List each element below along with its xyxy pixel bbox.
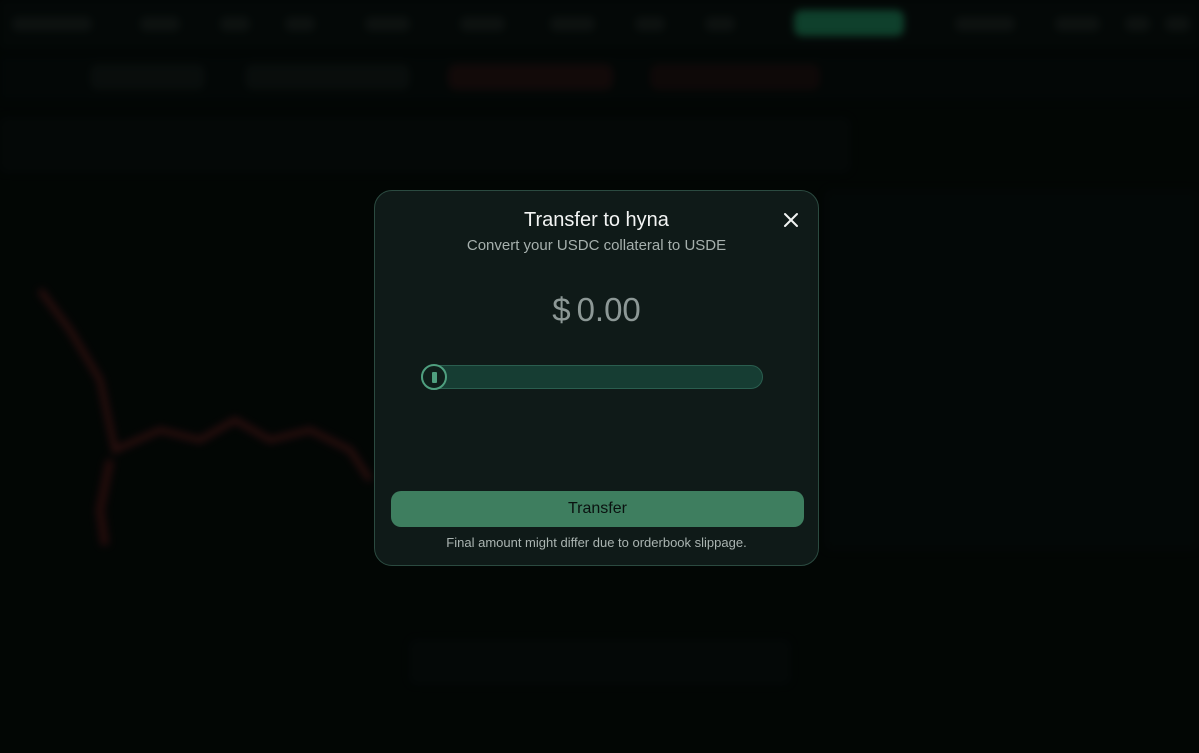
- close-button[interactable]: [780, 209, 802, 231]
- slider-handle[interactable]: [421, 364, 447, 390]
- amount-value[interactable]: 0.00: [577, 291, 641, 328]
- slippage-note: Final amount might differ due to orderbo…: [446, 535, 747, 550]
- close-icon[interactable]: [780, 209, 802, 231]
- amount-input[interactable]: $0.00: [375, 291, 818, 329]
- transfer-button[interactable]: Transfer: [391, 491, 804, 527]
- amount-slider[interactable]: [421, 364, 763, 390]
- grip-icon: [432, 372, 437, 383]
- transfer-modal: Transfer to hyna Convert your USDC colla…: [374, 190, 819, 566]
- modal-subtitle: Convert your USDC collateral to USDE: [466, 237, 727, 254]
- currency-symbol: $: [552, 291, 571, 328]
- modal-title: Transfer to hyna: [524, 209, 669, 231]
